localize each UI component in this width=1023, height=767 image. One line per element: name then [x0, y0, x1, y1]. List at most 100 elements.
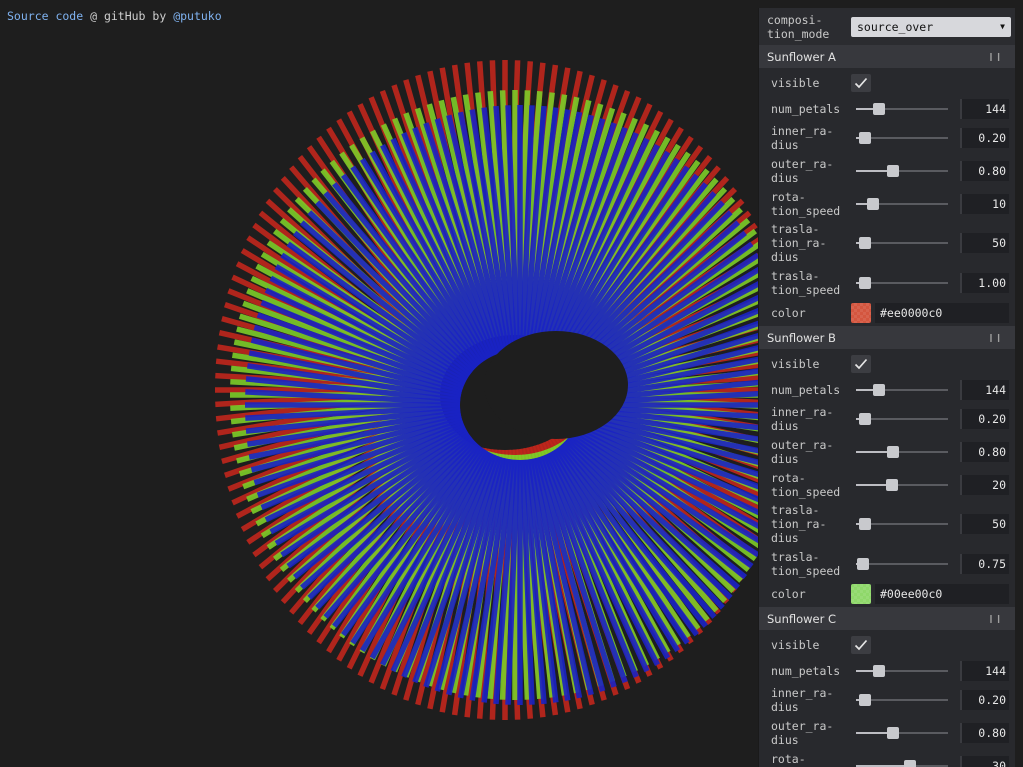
rotation-speed-label: rota- tion_speed: [771, 470, 841, 499]
slider-knob[interactable]: [859, 131, 872, 144]
outer-radius-input[interactable]: 0.80: [960, 722, 1009, 743]
slider-knob[interactable]: [886, 164, 899, 177]
rotation-speed-slider[interactable]: [856, 478, 948, 492]
slider-knob[interactable]: [873, 384, 885, 396]
traslation-speed-slider[interactable]: [856, 276, 948, 290]
visible-label: visible: [771, 75, 820, 90]
visible-checkbox[interactable]: [851, 635, 871, 654]
slider-knob[interactable]: [904, 759, 917, 767]
slider-knob[interactable]: [857, 557, 870, 570]
inner-radius-label: inner_ra- dius: [771, 404, 834, 433]
visible-checkbox[interactable]: [851, 354, 871, 373]
num-petals-input[interactable]: 144: [960, 99, 1009, 119]
slider-knob[interactable]: [886, 445, 899, 458]
control-panel: composi- tion_mode source_over ▼ Sunflow…: [759, 8, 1015, 767]
traslation-radius-input[interactable]: 50: [960, 233, 1009, 253]
composition-mode-label: composi- tion_mode: [767, 12, 830, 41]
folder-header-sunflower-c[interactable]: Sunflower C ❙❙: [759, 607, 1015, 630]
slider-knob[interactable]: [859, 237, 872, 249]
traslation-radius-slider[interactable]: [856, 517, 948, 531]
prop-row-inner-radius: inner_ra- dius 0.20: [759, 402, 1015, 435]
outer-radius-slider[interactable]: [856, 164, 948, 178]
prop-row-rotation-speed: rota- tion_speed 10: [759, 187, 1015, 220]
outer-radius-label: outer_ra- dius: [771, 718, 834, 747]
prop-row-traslation-speed: trasla- tion_speed 1.00: [759, 266, 1015, 299]
visible-label: visible: [771, 356, 820, 371]
prop-row-num-petals: num_petals 144: [759, 659, 1015, 683]
prop-row-outer-radius: outer_ra- dius 0.80: [759, 154, 1015, 187]
slider-knob[interactable]: [886, 726, 899, 739]
num-petals-input[interactable]: 144: [960, 661, 1009, 681]
inner-radius-input[interactable]: 0.20: [960, 127, 1009, 148]
outer-radius-input[interactable]: 0.80: [960, 441, 1009, 462]
inner-radius-input[interactable]: 0.20: [960, 408, 1009, 429]
slider-knob[interactable]: [859, 693, 872, 706]
prop-row-rotation-speed: rota- tion_speed 20: [759, 468, 1015, 501]
composition-mode-value: source_over: [857, 19, 934, 34]
folder-header-sunflower-b[interactable]: Sunflower B ❙❙: [759, 326, 1015, 349]
prop-row-traslation-radius: trasla- tion_ra- dius 50: [759, 220, 1015, 266]
num-petals-input[interactable]: 144: [960, 380, 1009, 400]
checkmark-icon: [854, 77, 868, 88]
slider-knob[interactable]: [859, 276, 872, 289]
slider-knob[interactable]: [866, 197, 879, 210]
traslation-radius-label: trasla- tion_ra- dius: [771, 222, 827, 264]
composition-mode-row: composi- tion_mode source_over ▼: [759, 8, 1015, 45]
folder-list: Sunflower A ❙❙ visible num_petals 144 inner_r…: [759, 45, 1015, 767]
collapse-grip-icon: ❙❙: [987, 614, 1003, 623]
slider-track: [856, 562, 948, 565]
num-petals-slider[interactable]: [856, 102, 948, 116]
color-swatch[interactable]: [851, 583, 871, 604]
traslation-speed-input[interactable]: 0.75: [960, 553, 1009, 574]
slider-knob[interactable]: [885, 478, 898, 491]
prop-row-outer-radius: outer_ra- dius 0.80: [759, 435, 1015, 468]
num-petals-slider[interactable]: [856, 664, 948, 678]
slider-fill: [856, 764, 911, 767]
slider-knob[interactable]: [873, 103, 885, 115]
author-link[interactable]: @putuko: [173, 9, 221, 23]
inner-radius-label: inner_ra- dius: [771, 123, 834, 152]
rotation-speed-label: rota- tion_speed: [771, 751, 840, 767]
inner-radius-slider[interactable]: [856, 131, 948, 145]
folder-header-sunflower-a[interactable]: Sunflower A ❙❙: [759, 45, 1015, 68]
traslation-speed-slider[interactable]: [856, 557, 948, 571]
visible-row: visible: [759, 68, 1015, 97]
color-hex-input[interactable]: #ee0000c0: [875, 302, 1009, 323]
slider-knob[interactable]: [859, 412, 872, 425]
rotation-speed-input[interactable]: 20: [960, 474, 1009, 495]
outer-radius-slider[interactable]: [856, 445, 948, 459]
color-label: color: [771, 305, 806, 320]
color-hex-input[interactable]: #00ee00c0: [875, 583, 1009, 604]
num-petals-label: num_petals: [771, 383, 841, 397]
outer-radius-slider[interactable]: [856, 726, 948, 740]
composition-mode-select[interactable]: source_over ▼: [851, 16, 1011, 37]
rotation-speed-slider[interactable]: [856, 197, 948, 211]
color-row: color #00ee00c0: [759, 580, 1015, 607]
traslation-radius-input[interactable]: 50: [960, 514, 1009, 534]
inner-radius-input[interactable]: 0.20: [960, 689, 1009, 710]
inner-radius-slider[interactable]: [856, 693, 948, 707]
traslation-radius-slider[interactable]: [856, 236, 948, 250]
visible-checkbox[interactable]: [851, 73, 871, 92]
prop-row-num-petals: num_petals 144: [759, 97, 1015, 121]
outer-radius-input[interactable]: 0.80: [960, 160, 1009, 181]
traslation-speed-input[interactable]: 1.00: [960, 272, 1009, 293]
slider-knob[interactable]: [859, 518, 872, 530]
rotation-speed-input[interactable]: 30: [960, 755, 1009, 767]
inner-radius-slider[interactable]: [856, 412, 948, 426]
color-swatch[interactable]: [851, 302, 871, 323]
visible-row: visible: [759, 630, 1015, 659]
slider-knob[interactable]: [873, 665, 885, 677]
rotation-speed-input[interactable]: 10: [960, 193, 1009, 214]
traslation-speed-label: trasla- tion_speed: [771, 549, 841, 578]
credit-middle-text: @ gitHub by: [83, 9, 174, 23]
folder-title: Sunflower C: [767, 611, 837, 626]
source-code-link[interactable]: Source code: [7, 9, 83, 23]
traslation-speed-label: trasla- tion_speed: [771, 268, 841, 297]
num-petals-slider[interactable]: [856, 383, 948, 397]
visible-label: visible: [771, 637, 820, 652]
rotation-speed-slider[interactable]: [856, 759, 948, 767]
center-hole: [484, 331, 628, 439]
prop-row-outer-radius: outer_ra- dius 0.80: [759, 716, 1015, 749]
num-petals-label: num_petals: [771, 102, 841, 116]
